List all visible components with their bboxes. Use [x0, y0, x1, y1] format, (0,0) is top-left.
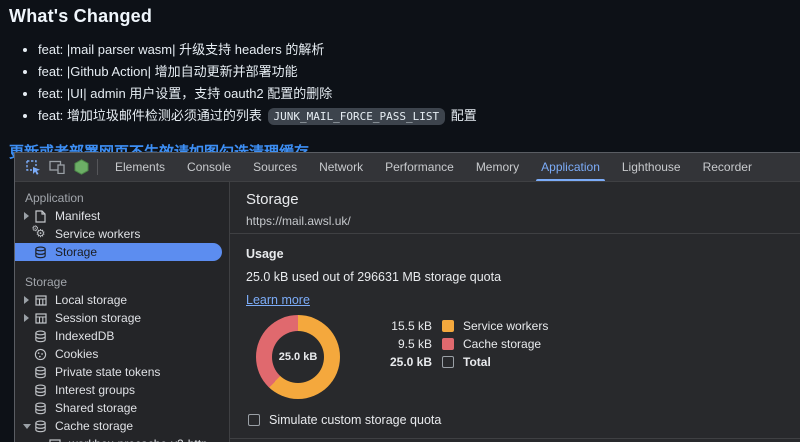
donut-center: 25.0 kB — [272, 331, 324, 383]
storage-panel-title: Storage — [246, 191, 299, 208]
tab-elements[interactable]: Elements — [104, 153, 176, 181]
sidebar-section-storage: Storage — [25, 275, 68, 289]
service-workers-swatch — [442, 320, 454, 332]
extension-button[interactable] — [69, 156, 93, 178]
sidebar-item-cache-storage[interactable]: Cache storage — [15, 417, 229, 435]
devtools-window: Elements Console Sources Network Perform… — [14, 152, 800, 442]
sidebar-item-workbox-precache[interactable]: workbox-precache-v2-https://mai… — [15, 435, 229, 442]
learn-more-link[interactable]: Learn more — [246, 293, 310, 307]
expand-arrow-icon[interactable] — [20, 314, 33, 322]
devtools-tabs: Elements Console Sources Network Perform… — [104, 153, 763, 181]
origin-url: https://mail.awsl.uk/ — [246, 214, 351, 228]
inline-code-badge: JUNK_MAIL_FORCE_PASS_LIST — [267, 108, 446, 125]
expand-arrow-icon[interactable] — [20, 296, 33, 304]
collapse-arrow-icon[interactable] — [20, 424, 33, 429]
legend-row-cache-storage: 9.5 kB Cache storage — [397, 337, 542, 351]
tab-sources[interactable]: Sources — [242, 153, 308, 181]
changelog-list: feat: |mail parser wasm| 升级支持 headers 的解… — [38, 39, 790, 128]
database-icon — [33, 330, 48, 343]
simulate-quota-row[interactable]: Simulate custom storage quota — [246, 413, 784, 427]
donut-center-label: 25.0 kB — [278, 351, 318, 363]
tab-network[interactable]: Network — [308, 153, 374, 181]
database-icon — [33, 384, 48, 397]
database-icon — [33, 366, 48, 379]
storage-panel-header: Storage https://mail.awsl.uk/ — [230, 182, 800, 234]
tab-console[interactable]: Console — [176, 153, 242, 181]
green-hexagon-icon — [74, 159, 88, 175]
sidebar-item-storage[interactable]: Storage — [15, 243, 222, 261]
application-sidebar: Application Manifest ⚙⚙ Service workers — [15, 182, 230, 442]
database-icon — [33, 246, 48, 259]
usage-chart-row: 25.0 kB 15.5 kB Service workers 9.5 kB C — [246, 315, 784, 399]
tab-memory[interactable]: Memory — [465, 153, 530, 181]
toolbar-separator — [97, 159, 98, 175]
legend-row-total: 25.0 kB Total — [389, 355, 491, 369]
simulate-quota-checkbox[interactable] — [248, 414, 260, 426]
sidebar-item-service-workers[interactable]: ⚙ ⚙ Service workers — [15, 223, 229, 243]
gears-icon: ⚙ ⚙ — [31, 223, 46, 240]
release-notes: What's Changed feat: |mail parser wasm| … — [0, 0, 800, 162]
tab-application[interactable]: Application — [530, 153, 611, 181]
toggle-device-toolbar-button[interactable] — [45, 156, 69, 178]
tab-recorder[interactable]: Recorder — [692, 153, 763, 181]
storage-panel: Storage https://mail.awsl.uk/ Usage 25.0… — [230, 182, 800, 442]
chart-legend: 15.5 kB Service workers 9.5 kB Cache sto… — [368, 317, 548, 399]
database-icon — [33, 420, 48, 433]
changelog-item: feat: |mail parser wasm| 升级支持 headers 的解… — [38, 39, 790, 61]
sidebar-item-private-state-tokens[interactable]: Private state tokens — [15, 363, 229, 381]
file-icon — [33, 209, 48, 223]
total-swatch — [442, 356, 454, 368]
storage-donut-chart: 25.0 kB — [256, 315, 340, 399]
inspect-icon — [26, 160, 40, 175]
usage-heading: Usage — [246, 247, 284, 261]
cookie-icon — [33, 348, 48, 361]
changelog-item: feat: |Github Action| 增加自动更新并部署功能 — [38, 61, 790, 83]
sidebar-item-manifest[interactable]: Manifest — [15, 207, 229, 225]
tab-performance[interactable]: Performance — [374, 153, 465, 181]
sidebar-item-indexeddb[interactable]: IndexedDB — [15, 327, 229, 345]
sidebar-section-application: Application — [25, 191, 84, 205]
sidebar-item-cookies[interactable]: Cookies — [15, 345, 229, 363]
expand-arrow-icon[interactable] — [20, 212, 33, 220]
changelog-item: feat: |UI| admin 用户设置，支持 oauth2 配置的删除 — [38, 83, 790, 105]
simulate-quota-label: Simulate custom storage quota — [269, 413, 442, 427]
sidebar-item-interest-groups[interactable]: Interest groups — [15, 381, 229, 399]
tab-lighthouse[interactable]: Lighthouse — [611, 153, 692, 181]
usage-section: Usage 25.0 kB used out of 296631 MB stor… — [230, 234, 800, 439]
devtools-toolbar: Elements Console Sources Network Perform… — [15, 153, 800, 182]
device-toolbar-icon — [49, 160, 65, 174]
table-icon — [47, 438, 62, 442]
quota-text: 25.0 kB used out of 296631 MB storage qu… — [246, 270, 502, 284]
devtools-content: Application Manifest ⚙⚙ Service workers — [15, 182, 800, 442]
inspect-element-button[interactable] — [21, 156, 45, 178]
sidebar-item-session-storage[interactable]: Session storage — [15, 309, 229, 327]
sidebar-item-local-storage[interactable]: Local storage — [15, 291, 229, 309]
changelog-item: feat: 增加垃圾邮件检测必须通过的列表 JUNK_MAIL_FORCE_PA… — [38, 105, 790, 128]
table-icon — [33, 294, 48, 306]
sidebar-item-shared-storage[interactable]: Shared storage — [15, 399, 229, 417]
database-icon — [33, 402, 48, 415]
cache-storage-swatch — [442, 338, 454, 350]
table-icon — [33, 312, 48, 324]
legend-row-service-workers: 15.5 kB Service workers — [391, 319, 549, 333]
page-title: What's Changed — [9, 6, 153, 26]
